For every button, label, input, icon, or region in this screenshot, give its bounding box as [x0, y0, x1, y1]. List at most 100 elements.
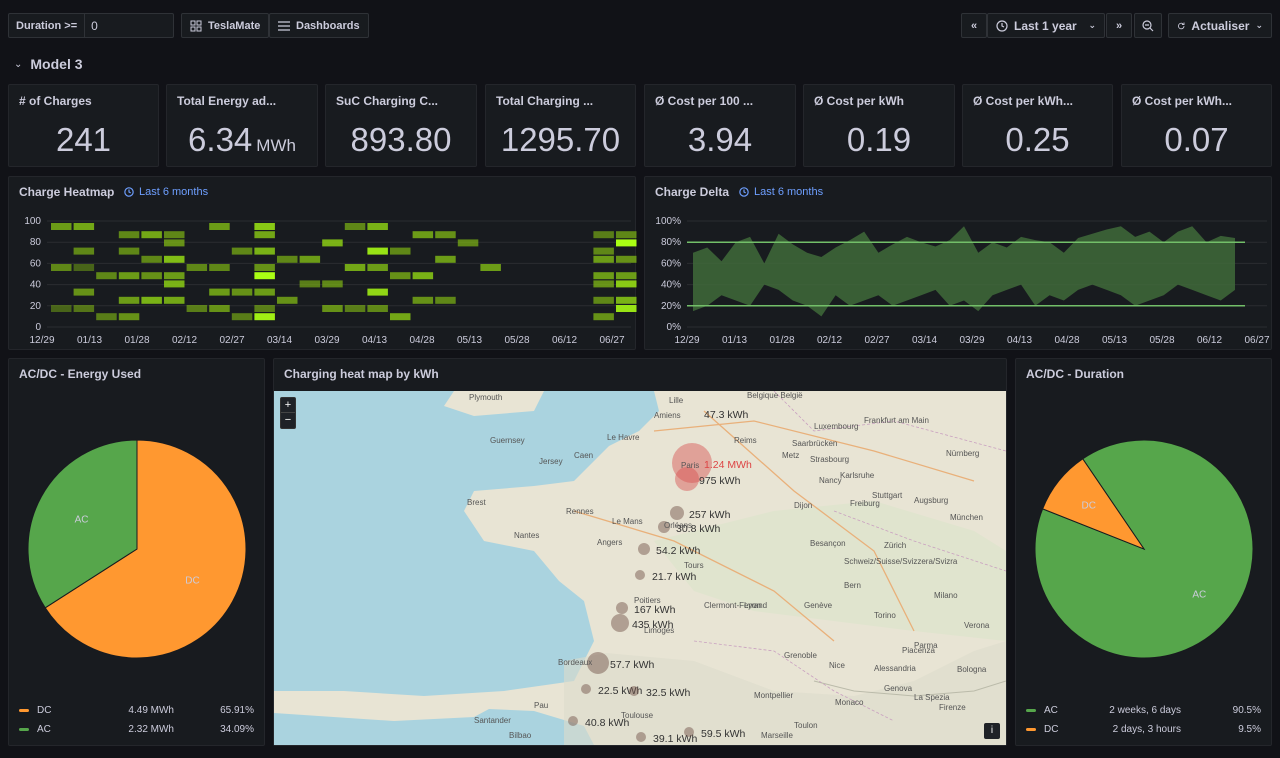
city-label: Bologna — [957, 665, 987, 674]
duration-pie-panel: AC/DC - Duration AC DC AC 2 weeks, 6 days… — [1015, 358, 1272, 746]
heatmap-cell — [322, 280, 343, 288]
city-label: Tours — [684, 561, 704, 570]
heat-bubble[interactable] — [670, 506, 684, 520]
heatmap-cell — [457, 239, 479, 247]
time-forward-button[interactable]: » — [1106, 13, 1132, 38]
legend-item[interactable]: AC 2.32 MWh 34.09% — [19, 724, 254, 735]
city-label: Schweiz/Suisse/Svizzera/Svizra — [844, 557, 958, 566]
heatmap-cell — [616, 239, 637, 247]
legend-item[interactable]: AC 2 weeks, 6 days 90.5% — [1026, 705, 1261, 716]
heatmap-cell — [141, 296, 162, 304]
legend-item[interactable]: DC 4.49 MWh 65.91% — [19, 705, 254, 716]
city-label: Freiburg — [850, 499, 880, 508]
heatmap-cell — [367, 305, 388, 312]
heat-bubble[interactable] — [684, 727, 694, 737]
heat-bubble[interactable] — [616, 602, 628, 614]
zoom-out-button[interactable] — [1134, 13, 1162, 38]
y-tick-label: 80 — [30, 237, 42, 248]
city-label: Luxembourg — [814, 422, 859, 431]
heatmap-cell — [73, 247, 95, 255]
duration-input[interactable]: 0 — [91, 19, 173, 33]
heat-bubble[interactable] — [629, 686, 639, 696]
chevron-down-icon: ⌄ — [1088, 20, 1096, 30]
duration-pie-chart: AC DC — [1034, 439, 1254, 659]
stat-title: Ø Cost per kWh... — [973, 94, 1074, 108]
heatmap-cell — [593, 231, 614, 239]
time-picker[interactable]: Last 1 year ⌄ — [987, 13, 1105, 38]
city-label: Augsburg — [914, 496, 949, 505]
heatmap-cell — [412, 272, 434, 280]
y-tick-label: 40 — [30, 280, 42, 291]
heat-bubble[interactable] — [581, 684, 591, 694]
city-label: Bordeaux — [558, 658, 593, 667]
heatmap-cell — [322, 305, 343, 312]
stat-panel: Ø Cost per kWh... 0.25 — [962, 84, 1113, 167]
heatmap-cell — [209, 264, 230, 271]
stat-panel: Total Energy ad... 6.34 MWh — [166, 84, 318, 167]
city-label: Lille — [669, 396, 684, 405]
heatmap-cell — [344, 223, 366, 230]
stat-value: 1295.70 — [500, 121, 621, 158]
dashboards-link[interactable]: Dashboards — [269, 13, 369, 38]
heatmap-cell — [141, 272, 162, 280]
stat-value-row: 0.19 — [804, 121, 954, 159]
kwh-label: 47.3 kWh — [704, 409, 749, 421]
heatmap-cell — [73, 288, 95, 296]
city-label: Strasbourg — [810, 455, 850, 464]
zoom-out-button[interactable]: − — [281, 413, 295, 428]
map-canvas[interactable]: 47.3 kWh 1.24 MWh 975 kWh 257 kWh 30.8 kWh 54… — [274, 391, 1006, 745]
city-label: Limoges — [644, 626, 675, 635]
stat-value-row: 1295.70 — [486, 121, 635, 159]
kwh-label: 32.5 kWh — [646, 687, 691, 699]
heatmap-cell — [344, 305, 366, 312]
x-tick-label: 02/12 — [172, 335, 197, 346]
y-tick-label: 40% — [661, 280, 681, 291]
heat-bubble[interactable] — [635, 570, 645, 580]
heatmap-cell — [73, 305, 95, 312]
panel-title: Charging heat map by kWh — [284, 367, 439, 381]
city-label: Genova — [884, 684, 913, 693]
teslamate-link[interactable]: TeslaMate — [181, 13, 270, 38]
heat-bubble[interactable] — [568, 716, 578, 726]
heat-bubble[interactable] — [675, 467, 699, 491]
refresh-button[interactable]: Actualiser ⌄ — [1168, 13, 1272, 38]
stat-value: 6.34 — [188, 121, 253, 158]
teslamate-label: TeslaMate — [208, 19, 261, 32]
stat-title: # of Charges — [19, 94, 92, 108]
y-tick-label: 80% — [661, 237, 681, 248]
y-tick-label: 100% — [655, 216, 681, 227]
heatmap-cell — [616, 280, 637, 288]
x-tick-label: 01/13 — [722, 335, 747, 346]
heat-bubble[interactable] — [611, 614, 629, 632]
stat-title: Ø Cost per kWh... — [1132, 94, 1233, 108]
legend-swatch — [1026, 709, 1036, 712]
stat-value-row: 0.07 — [1122, 121, 1271, 159]
x-tick-label: 03/14 — [267, 335, 292, 346]
x-tick-label: 03/29 — [314, 335, 339, 346]
row-header[interactable]: ⌄ Model 3 — [14, 56, 83, 72]
heatmap-cell — [616, 231, 637, 239]
stat-panel: Ø Cost per 100 ... 3.94 — [644, 84, 796, 167]
x-tick-label: 05/13 — [1102, 335, 1127, 346]
info-button[interactable]: i — [984, 723, 1000, 739]
heatmap-cell — [435, 255, 456, 263]
x-tick-label: 03/14 — [912, 335, 937, 346]
legend-item[interactable]: DC 2 days, 3 hours 9.5% — [1026, 724, 1261, 735]
time-back-button[interactable]: « — [961, 13, 987, 38]
heat-bubble[interactable] — [636, 732, 646, 742]
heatmap-cell — [616, 296, 637, 304]
x-tick-label: 12/29 — [674, 335, 699, 346]
duration-variable: Duration >= 0 — [8, 13, 174, 38]
city-label: La Spezia — [914, 693, 950, 702]
x-tick-label: 01/28 — [769, 335, 794, 346]
legend-swatch — [19, 728, 29, 731]
heatmap-cell — [344, 264, 366, 271]
heatmap-cell — [118, 247, 140, 255]
clock-icon — [996, 19, 1008, 32]
city-label: Besançon — [810, 539, 846, 548]
heatmap-cell — [209, 305, 230, 312]
heatmap-cell — [322, 239, 343, 247]
heatmap-cell — [96, 313, 117, 321]
heat-bubble[interactable] — [638, 543, 650, 555]
zoom-in-button[interactable]: + — [281, 398, 295, 413]
